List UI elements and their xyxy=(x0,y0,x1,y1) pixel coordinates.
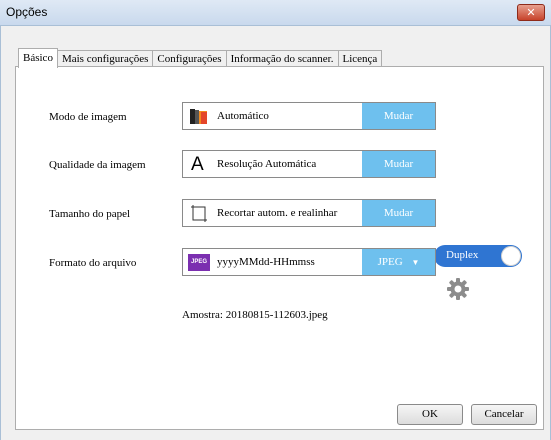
paper-size-field: Recortar autom. e realinhar Mudar xyxy=(182,199,436,227)
file-format-selected: JPEG xyxy=(377,256,403,268)
image-mode-label: Modo de imagem xyxy=(49,111,127,123)
color-mode-icon xyxy=(190,109,207,124)
letter-a-icon: A xyxy=(191,154,204,175)
image-mode-field: Automático Mudar xyxy=(182,102,436,130)
title-bar: Opções ✕ xyxy=(0,0,551,26)
file-name-pattern[interactable]: yyyyMMdd-HHmmss xyxy=(217,256,315,268)
cancel-button[interactable]: Cancelar xyxy=(471,404,537,425)
file-format-field: JPEG yyyyMMdd-HHmmss JPEG ▼ xyxy=(182,248,436,276)
duplex-label: Duplex xyxy=(446,249,479,261)
tab-configuracoes[interactable]: Configurações xyxy=(152,50,227,67)
image-mode-value: Automático xyxy=(217,110,269,122)
ok-button[interactable]: OK xyxy=(397,404,463,425)
tab-basico[interactable]: Básico xyxy=(18,48,58,68)
gear-icon[interactable] xyxy=(447,278,469,300)
close-button[interactable]: ✕ xyxy=(517,4,545,21)
tab-panel-basico: Modo de imagem Automático Mudar Qualidad… xyxy=(15,66,544,430)
duplex-toggle-knob xyxy=(501,246,521,266)
jpeg-icon: JPEG xyxy=(188,254,210,271)
paper-size-change-button[interactable]: Mudar xyxy=(362,200,435,226)
crop-page-icon xyxy=(191,205,207,222)
image-mode-change-button[interactable]: Mudar xyxy=(362,103,435,129)
dialog-body: Básico Mais configurações Configurações … xyxy=(0,26,551,440)
image-quality-label: Qualidade da imagem xyxy=(49,159,146,171)
paper-size-label: Tamanho do papel xyxy=(49,208,131,220)
chevron-down-icon: ▼ xyxy=(411,258,420,267)
file-name-sample: Amostra: 20180815-112603.jpeg xyxy=(182,309,328,321)
image-quality-value: Resolução Automática xyxy=(217,158,317,170)
file-format-label: Formato do arquivo xyxy=(49,257,137,269)
tab-mais-configuracoes[interactable]: Mais configurações xyxy=(56,50,154,67)
window-title: Opções xyxy=(6,5,48,19)
paper-size-value: Recortar autom. e realinhar xyxy=(217,207,338,219)
duplex-toggle[interactable]: Duplex xyxy=(434,245,522,267)
tab-licenca[interactable]: Licença xyxy=(337,50,383,67)
file-format-dropdown[interactable]: JPEG ▼ xyxy=(362,249,435,275)
tab-strip: Básico Mais configurações Configurações … xyxy=(18,48,383,68)
image-quality-change-button[interactable]: Mudar xyxy=(362,151,435,177)
close-icon: ✕ xyxy=(526,6,536,19)
image-quality-field: A Resolução Automática Mudar xyxy=(182,150,436,178)
tab-informacao-scanner[interactable]: Informação do scanner. xyxy=(225,50,339,67)
